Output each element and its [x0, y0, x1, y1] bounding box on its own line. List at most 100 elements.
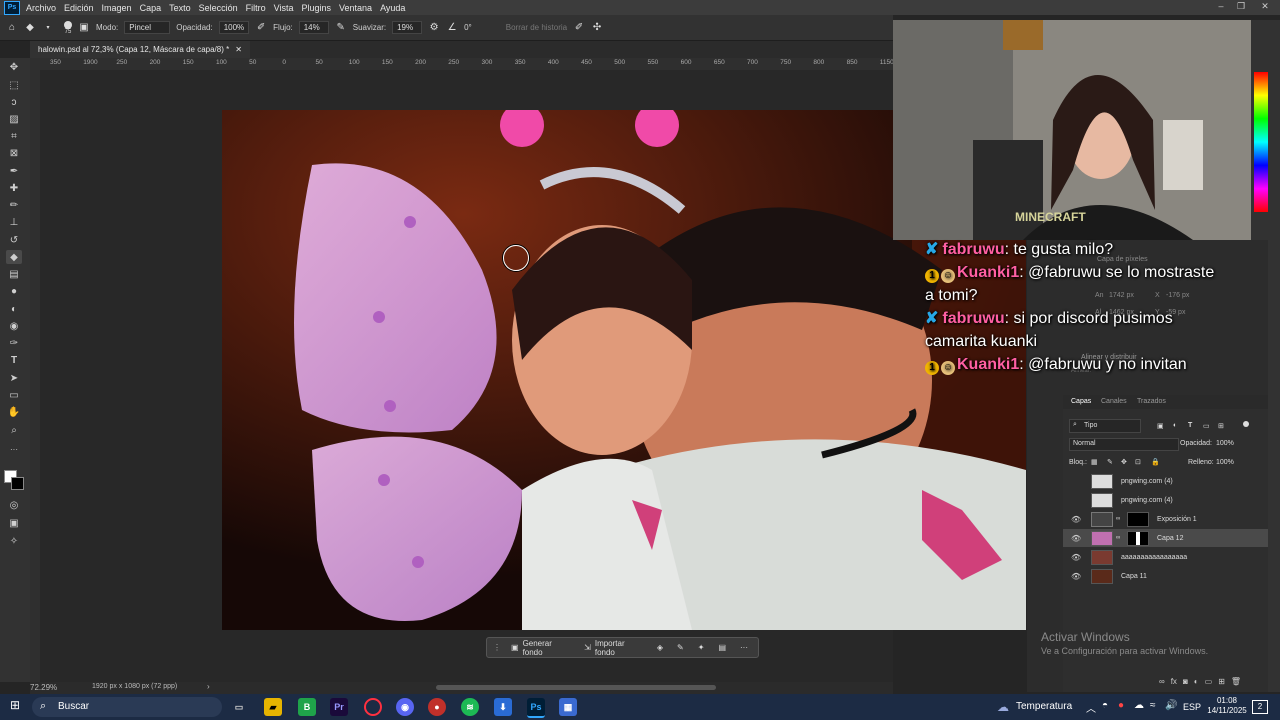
weather-icon[interactable]: ☁	[997, 700, 1009, 714]
windows-start-icon[interactable]: ⊞	[10, 698, 20, 712]
menu-vista[interactable]: Vista	[274, 3, 294, 13]
layer-row[interactable]: pngwing.com (4)	[1063, 472, 1268, 490]
mask-icon[interactable]: ▤	[714, 641, 730, 654]
mode-select[interactable]: Pincel	[124, 21, 171, 34]
menu-edicion[interactable]: Edición	[64, 3, 94, 13]
volume-icon[interactable]: 🔊	[1165, 700, 1177, 711]
layer-row-selected[interactable]: 👁 ∞ Capa 12	[1063, 529, 1268, 547]
link-layers-icon[interactable]: ∞	[1159, 677, 1165, 689]
background-color-swatch[interactable]	[11, 477, 24, 490]
restore-icon[interactable]: ❐	[1232, 1, 1250, 13]
spotify-icon[interactable]: ≋	[461, 698, 479, 716]
recording-tray-icon[interactable]: ●	[1118, 700, 1124, 711]
screen-mode-icon[interactable]: ▣	[6, 516, 22, 530]
app-blue-icon[interactable]: ⬇	[494, 698, 512, 716]
new-layer-icon[interactable]: ⊞	[1218, 677, 1225, 689]
layer-row[interactable]: 👁 ∞ Exposición 1	[1063, 510, 1268, 528]
path-selection-tool-icon[interactable]: ➤	[6, 371, 22, 385]
eye-icon[interactable]: 👁	[1071, 534, 1081, 543]
chevron-down-icon[interactable]: ▾	[42, 22, 54, 34]
file-explorer-icon[interactable]: ▰	[264, 698, 282, 716]
angle-field[interactable]: 0°	[464, 23, 472, 32]
filter-type-icon[interactable]: T	[1188, 422, 1192, 429]
brush-tool-icon[interactable]: ✏	[6, 198, 22, 212]
obs-icon[interactable]: ●	[428, 698, 446, 716]
angle-icon[interactable]: ∠	[446, 22, 458, 34]
healing-brush-tool-icon[interactable]: ✚	[6, 181, 22, 195]
symmetry-icon[interactable]: ✣	[591, 22, 603, 34]
cloud-tray-icon[interactable]: ☁	[1134, 700, 1144, 711]
menu-imagen[interactable]: Imagen	[102, 3, 132, 13]
filter-pixel-icon[interactable]: ▣	[1157, 422, 1164, 430]
generative-icon[interactable]: ✧	[6, 534, 22, 548]
language-indicator[interactable]: ESP	[1183, 702, 1201, 712]
menu-filtro[interactable]: Filtro	[246, 3, 266, 13]
add-mask-icon[interactable]: ◙	[1183, 677, 1188, 689]
discord-icon[interactable]: ◉	[396, 698, 414, 716]
layer-row[interactable]: 👁 Capa 11	[1063, 567, 1268, 585]
eyedropper-tool-icon[interactable]: ✒	[6, 164, 22, 178]
generate-background-button[interactable]: ▣ Generar fondo	[507, 637, 574, 659]
erase-history-checkbox[interactable]: Borrar de historia	[506, 23, 567, 32]
pressure-opacity-icon[interactable]: ✐	[255, 22, 267, 34]
filter-smart-icon[interactable]: ⊞	[1218, 422, 1224, 430]
trash-icon[interactable]: 🗑	[1231, 677, 1241, 689]
eraser-tool-icon[interactable]: ◆	[6, 250, 22, 264]
airbrush-icon[interactable]: ✎	[335, 22, 347, 34]
gear-icon[interactable]: ⚙	[428, 22, 440, 34]
menu-capa[interactable]: Capa	[140, 3, 162, 13]
eye-icon[interactable]: 👁	[1071, 572, 1081, 581]
layer-opacity-field[interactable]: 100%	[1216, 440, 1234, 447]
hand-tool-icon[interactable]: ✋	[6, 405, 22, 419]
filter-shape-icon[interactable]: ▭	[1203, 422, 1210, 430]
fill-icon[interactable]: ◈	[653, 641, 667, 654]
type-tool-icon[interactable]: T	[6, 353, 22, 367]
zoom-level[interactable]: 72.29%	[30, 683, 57, 692]
minimize-icon[interactable]: –	[1212, 1, 1230, 13]
lock-artboard-icon[interactable]: ⊡	[1135, 458, 1141, 466]
more-tools-icon[interactable]: ···	[6, 442, 22, 456]
object-selection-tool-icon[interactable]: ▨	[6, 112, 22, 126]
document-tab[interactable]: halowin.psd al 72,3% (Capa 12, Máscara d…	[30, 41, 250, 58]
home-icon[interactable]: ⌂	[6, 22, 18, 34]
layer-row[interactable]: 👁 aaaaaaaaaaaaaaaaa	[1063, 548, 1268, 566]
photoshop-taskbar-icon[interactable]: Ps	[527, 698, 545, 718]
rectangle-tool-icon[interactable]: ▭	[6, 388, 22, 402]
task-view-icon[interactable]: ▭	[230, 698, 248, 716]
pressure-size-icon[interactable]: ✐	[573, 22, 585, 34]
notifications-icon[interactable]: 2	[1252, 700, 1268, 714]
marquee-tool-icon[interactable]: ⬚	[6, 78, 22, 92]
app-b-icon[interactable]: B	[298, 698, 316, 716]
lasso-tool-icon[interactable]: ↄ	[6, 95, 22, 109]
smooth-field[interactable]: 19%	[392, 21, 423, 34]
dodge-tool-icon[interactable]: ◐	[6, 302, 22, 316]
clock[interactable]: 01:08 14/11/2025	[1207, 696, 1247, 716]
more-options-icon[interactable]: ···	[736, 641, 752, 654]
weather-label[interactable]: Temperatura	[1016, 701, 1072, 712]
horizontal-scrollbar[interactable]	[436, 685, 716, 690]
menu-ventana[interactable]: Ventana	[339, 3, 372, 13]
premiere-icon[interactable]: Pr	[330, 698, 348, 716]
color-spectrum-slider[interactable]	[1254, 72, 1268, 212]
menu-seleccion[interactable]: Selección	[199, 3, 238, 13]
frame-tool-icon[interactable]: ⊠	[6, 146, 22, 160]
import-background-button[interactable]: ⇲ Importar fondo	[580, 637, 647, 659]
chevron-up-icon[interactable]: ︿	[1086, 700, 1096, 715]
fx-icon[interactable]: fx	[1171, 677, 1177, 689]
quick-mask-icon[interactable]: ◎	[6, 498, 22, 512]
close-tab-icon[interactable]: ✕	[235, 45, 242, 54]
menu-archivo[interactable]: Archivo	[26, 3, 56, 13]
opacity-field[interactable]: 100%	[218, 21, 250, 34]
lock-pixels-icon[interactable]: ▦	[1091, 458, 1098, 466]
layer-row[interactable]: pngwing.com (4)	[1063, 491, 1268, 509]
brush-preset-picker[interactable]: 75	[64, 20, 72, 35]
brush-settings-icon[interactable]: ▣	[78, 22, 90, 34]
wifi-icon[interactable]: ≈	[1150, 700, 1156, 711]
app-tray-icon[interactable]: ◓	[1102, 700, 1108, 711]
eye-icon[interactable]: 👁	[1071, 553, 1081, 562]
adjustment-layer-icon[interactable]: ◐	[1194, 677, 1199, 689]
photoshop-logo-icon[interactable]: Ps	[4, 0, 20, 15]
history-brush-tool-icon[interactable]: ↺	[6, 233, 22, 247]
move-tool-icon[interactable]: ✥	[6, 60, 22, 74]
lock-move-icon[interactable]: ✥	[1121, 458, 1127, 466]
